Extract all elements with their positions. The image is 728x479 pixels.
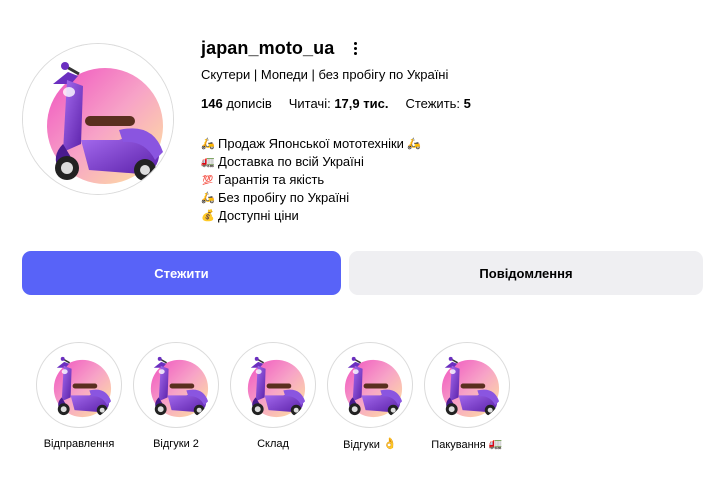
bio-line: 🛵 Продаж Японської мототехніки 🛵 (201, 136, 421, 151)
followers-count[interactable]: Читачі: 17,9 тис. (289, 96, 389, 111)
highlight-label: Склад (257, 438, 289, 450)
highlight-label: Пакування 🚛 (431, 438, 503, 451)
highlight-item[interactable]: Відправлення (36, 342, 122, 450)
truck-emoji-icon: 🚛 (488, 438, 503, 450)
bio-line: 🛵 Без пробігу по Україні (201, 190, 350, 205)
highlight-scooter-image (236, 348, 310, 422)
highlight-scooter-image (430, 348, 504, 422)
highlight-item[interactable]: Відгуки 👌 (327, 342, 413, 451)
scooter-emoji-icon: 🛵 (201, 137, 215, 150)
highlight-label: Відправлення (43, 438, 115, 450)
posts-count: 146 дописів (201, 96, 272, 111)
profile-avatar[interactable] (22, 43, 174, 195)
hundred-points-emoji-icon: 💯 (202, 174, 214, 185)
scooter-emoji-icon: 🛵 (407, 137, 421, 150)
username-row: japan_moto_ua (201, 36, 362, 60)
highlight-item[interactable]: Склад (230, 342, 316, 450)
truck-emoji-icon: 🚛 (201, 155, 215, 168)
highlight-scooter-image (139, 348, 213, 422)
highlight-label: Відгуки 2 (153, 438, 199, 450)
following-count[interactable]: Стежить: 5 (405, 96, 470, 111)
highlight-item[interactable]: Відгуки 2 (133, 342, 219, 450)
profile-stats: 146 дописів Читачі: 17,9 тис. Стежить: 5 (201, 96, 471, 111)
highlight-scooter-image (42, 348, 116, 422)
scooter-emoji-icon: 🛵 (201, 191, 215, 204)
highlight-cover[interactable] (327, 342, 413, 428)
profile-bio: 🛵 Продаж Японської мототехніки 🛵 🚛 Доста… (201, 135, 421, 225)
highlight-item[interactable]: Пакування 🚛 (424, 342, 510, 451)
follow-button[interactable]: Стежити (22, 251, 341, 295)
more-options-icon[interactable] (348, 38, 362, 58)
bio-line: 💯 Гарантія та якість (202, 172, 325, 187)
highlight-cover[interactable] (230, 342, 316, 428)
highlight-scooter-image (333, 348, 407, 422)
message-button[interactable]: Повідомлення (349, 251, 703, 295)
bio-line: 💰 Доступні ціни (201, 208, 299, 223)
profile-category: Скутери | Мопеди | без пробігу по Україн… (201, 67, 449, 82)
money-bag-emoji-icon: 💰 (201, 209, 215, 222)
ok-hand-emoji-icon: 👌 (382, 438, 397, 450)
highlight-label: Відгуки 👌 (343, 438, 397, 451)
highlight-cover[interactable] (36, 342, 122, 428)
bio-line: 🚛 Доставка по всій Україні (201, 154, 364, 169)
highlight-cover[interactable] (133, 342, 219, 428)
avatar-scooter-image (23, 44, 173, 194)
username: japan_moto_ua (201, 37, 335, 58)
highlight-cover[interactable] (424, 342, 510, 428)
